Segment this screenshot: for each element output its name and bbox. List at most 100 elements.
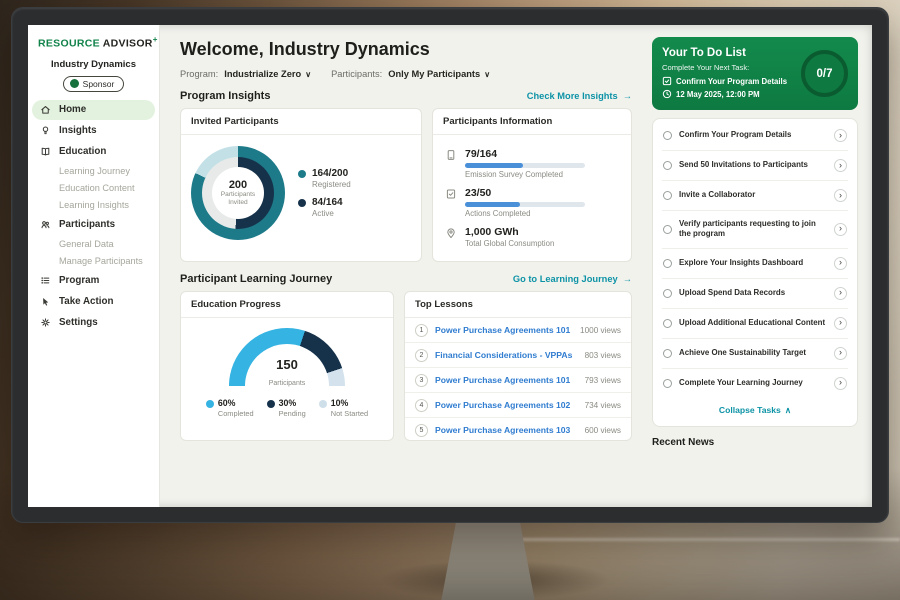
donut-center-label: Participants Invited (216, 191, 260, 207)
check-square-icon (662, 76, 672, 86)
card-title: Top Lessons (405, 292, 631, 318)
program-filter-dropdown[interactable]: Industrialize Zero ∨ (224, 69, 311, 79)
task-row-send-invitations[interactable]: Send 50 Invitations to Participants › (662, 151, 848, 181)
chevron-right-icon[interactable]: › (834, 129, 847, 142)
task-label: Explore Your Insights Dashboard (679, 258, 827, 268)
sidebar-item-manage-participants[interactable]: Manage Participants (28, 253, 159, 270)
progress-bar (465, 163, 585, 168)
sidebar-item-program[interactable]: Program (32, 271, 155, 291)
lesson-link[interactable]: Power Purchase Agreements 101 (435, 325, 573, 335)
task-checkbox[interactable] (663, 289, 672, 298)
task-row-upload-spend-data[interactable]: Upload Spend Data Records › (662, 279, 848, 309)
task-row-confirm-program[interactable]: Confirm Your Program Details › (662, 121, 848, 151)
legend-item-pending: 30% Pending (267, 398, 306, 418)
sidebar-item-label: Learning Journey (59, 166, 130, 176)
checklist-icon (445, 188, 457, 200)
chevron-right-icon[interactable]: › (834, 377, 847, 390)
sidebar-item-label: Participants (59, 219, 115, 230)
program-insights-heading: Program Insights (180, 90, 270, 102)
logo-resource: RESOURCE (38, 38, 100, 50)
go-to-learning-journey-link[interactable]: Go to Learning Journey → (513, 274, 632, 284)
task-checkbox[interactable] (663, 191, 672, 200)
sidebar-item-label: Manage Participants (59, 256, 143, 266)
gear-icon (40, 317, 52, 328)
todo-title: Your To Do List (662, 47, 794, 59)
lesson-views: 793 views (585, 376, 621, 385)
chevron-right-icon[interactable]: › (834, 347, 847, 360)
dashboard-screen: RESOURCE ADVISOR+ Industry Dynamics Spon… (28, 25, 872, 507)
legend-item-not-started: 10% Not Started (319, 398, 368, 418)
legend-item-registered: 164/200 Registered (298, 168, 351, 189)
todo-subtitle: Complete Your Next Task: (662, 63, 794, 72)
task-row-verify-participants[interactable]: Verify participants requesting to join t… (662, 211, 848, 249)
lesson-row: 3 Power Purchase Agreements 101 793 view… (405, 368, 631, 393)
todo-progress-value: 0/7 (817, 68, 833, 80)
lesson-link[interactable]: Power Purchase Agreements 102 (435, 400, 578, 410)
collapse-label: Collapse Tasks (719, 405, 781, 416)
task-row-upload-educational-content[interactable]: Upload Additional Educational Content › (662, 309, 848, 339)
list-icon (40, 275, 52, 286)
lesson-row: 5 Power Purchase Agreements 103 600 view… (405, 418, 631, 441)
lesson-rank: 2 (415, 349, 428, 362)
participants-filter-dropdown[interactable]: Only My Participants ∨ (388, 69, 490, 79)
sidebar-item-label: Home (59, 104, 86, 115)
sidebar-item-label: Insights (59, 125, 97, 136)
sidebar-item-general-data[interactable]: General Data (28, 236, 159, 253)
logo-advisor: ADVISOR (103, 38, 153, 50)
task-label: Invite a Collaborator (679, 190, 827, 200)
chevron-right-icon[interactable]: › (834, 189, 847, 202)
legend-value: 164/200 (312, 168, 351, 179)
collapse-tasks-link[interactable]: Collapse Tasks ∧ (662, 398, 848, 424)
lesson-link[interactable]: Power Purchase Agreements 101 (435, 375, 578, 385)
lesson-views: 803 views (585, 351, 621, 360)
card-title: Invited Participants (181, 109, 421, 135)
task-checkbox[interactable] (663, 161, 672, 170)
sidebar-item-education-content[interactable]: Education Content (28, 180, 159, 197)
task-row-explore-insights[interactable]: Explore Your Insights Dashboard › (662, 249, 848, 279)
task-checkbox[interactable] (663, 379, 672, 388)
task-checkbox[interactable] (663, 349, 672, 358)
learning-journey-heading: Participant Learning Journey (180, 273, 332, 285)
legend-dot (298, 199, 306, 207)
sidebar-item-label: Program (59, 275, 99, 286)
chevron-right-icon[interactable]: › (834, 257, 847, 270)
legend-dot (319, 400, 327, 408)
legend-label: Registered (312, 180, 351, 189)
chevron-right-icon[interactable]: › (834, 223, 847, 236)
sidebar-item-learning-insights[interactable]: Learning Insights (28, 197, 159, 214)
education-progress-gauge: 150 Participants (229, 328, 345, 390)
sidebar-item-education[interactable]: Education (32, 142, 155, 162)
task-row-complete-learning-journey[interactable]: Complete Your Learning Journey › (662, 369, 848, 398)
task-row-invite-collaborator[interactable]: Invite a Collaborator › (662, 181, 848, 211)
sidebar-item-home[interactable]: Home (32, 100, 155, 120)
legend-value: 30% (279, 398, 306, 408)
todo-next-task: Confirm Your Program Details (662, 76, 794, 86)
task-checkbox[interactable] (663, 131, 672, 140)
location-pin-icon (445, 227, 457, 239)
arrow-right-icon: → (623, 274, 632, 284)
participants-filter-value: Only My Participants (388, 69, 480, 79)
lesson-link[interactable]: Financial Considerations - VPPAs (435, 350, 578, 360)
stat-value: 79/164 (465, 148, 585, 160)
sidebar-item-insights[interactable]: Insights (32, 121, 155, 141)
sidebar-item-learning-journey[interactable]: Learning Journey (28, 163, 159, 180)
chevron-right-icon[interactable]: › (834, 159, 847, 172)
legend-dot (298, 170, 306, 178)
lesson-link[interactable]: Power Purchase Agreements 103 (435, 425, 578, 435)
lesson-row: 2 Financial Considerations - VPPAs 803 v… (405, 343, 631, 368)
sidebar-item-label: Education (59, 146, 106, 157)
chevron-down-icon: ∨ (305, 70, 311, 79)
task-checkbox[interactable] (663, 259, 672, 268)
chevron-right-icon[interactable]: › (834, 317, 847, 330)
education-progress-card: Education Progress 150 Participants 60% … (180, 291, 394, 441)
check-more-insights-link[interactable]: Check More Insights → (527, 91, 632, 101)
sidebar-item-participants[interactable]: Participants (32, 215, 155, 235)
task-checkbox[interactable] (663, 319, 672, 328)
task-row-achieve-target[interactable]: Achieve One Sustainability Target › (662, 339, 848, 369)
sidebar-item-take-action[interactable]: Take Action (32, 292, 155, 312)
sidebar-item-settings[interactable]: Settings (32, 313, 155, 333)
legend-dot (267, 400, 275, 408)
task-checkbox[interactable] (663, 225, 672, 234)
chevron-right-icon[interactable]: › (834, 287, 847, 300)
sponsor-icon (70, 79, 79, 88)
